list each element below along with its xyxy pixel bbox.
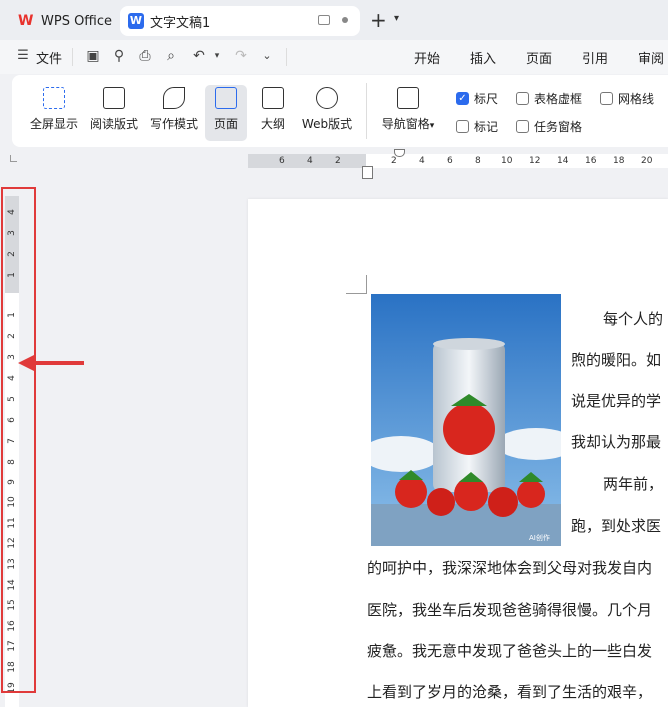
outline-button[interactable]: 大纲 bbox=[255, 85, 291, 141]
ruler-tick: 6 bbox=[447, 156, 453, 166]
doc-line: 每个人的 bbox=[603, 310, 664, 328]
menu-insert[interactable]: 插入 bbox=[470, 48, 496, 67]
tab-wps-office[interactable]: W WPS Office bbox=[8, 6, 116, 36]
writing-mode-button[interactable]: 写作模式 bbox=[148, 85, 200, 141]
pen-icon bbox=[163, 87, 185, 109]
ruler-tick: 10 bbox=[501, 156, 513, 166]
window-icon[interactable] bbox=[318, 15, 330, 25]
ruler-tick: 14 bbox=[557, 156, 569, 166]
ruler-tick: 4 bbox=[307, 156, 313, 166]
checkbox-ruler[interactable]: ✓ 标尺 bbox=[456, 90, 498, 107]
redo-icon[interactable]: ↷ bbox=[232, 47, 250, 65]
ruler-tick: 12 bbox=[529, 156, 541, 166]
ruler-tick: 2 bbox=[391, 156, 397, 166]
menu-page[interactable]: 页面 bbox=[526, 48, 552, 67]
tab-bar: W WPS Office W 文字文稿1 + ▾ bbox=[0, 0, 668, 40]
checkbox-icon bbox=[516, 92, 529, 105]
writer-doc-icon: W bbox=[128, 13, 144, 29]
ruler-highlight-box bbox=[1, 187, 36, 693]
tab-label: WPS Office bbox=[41, 13, 113, 29]
checkbox-task-pane[interactable]: 任务窗格 bbox=[516, 118, 582, 135]
view-ribbon: 全屏显示 阅读版式 写作模式 页面 大纲 Web版式 导航窗格▾ ✓ 标尺 表格… bbox=[12, 75, 668, 147]
doc-line: 医院，我坐车后发现爸爸骑得很慢。几个月 bbox=[367, 601, 653, 619]
ruler-tick: 16 bbox=[585, 156, 597, 166]
doc-line: 上看到了岁月的沧桑，看到了生活的艰辛， bbox=[367, 683, 653, 701]
print-icon[interactable]: ⎙ bbox=[136, 47, 154, 65]
menu-review[interactable]: 审阅 bbox=[638, 48, 664, 67]
menu-file[interactable]: 文件 bbox=[36, 48, 62, 67]
ruler-tick: 2 bbox=[335, 156, 341, 166]
image-caption: AI创作 bbox=[529, 533, 550, 542]
menu-bar: ☰ 文件 ▣ ⚲ ⎙ ⌕ ↶ ▾ ↷ ⌄ 开始 插入 页面 引用 审阅 bbox=[0, 40, 668, 74]
page-layout-icon bbox=[215, 87, 237, 109]
strawberry-can-image[interactable]: AI创作 bbox=[371, 294, 561, 546]
tab-document[interactable]: W 文字文稿1 bbox=[120, 6, 360, 36]
ruler-tick: 8 bbox=[475, 156, 481, 166]
new-tab-icon[interactable]: + bbox=[370, 8, 387, 32]
undo-dropdown-icon[interactable]: ▾ bbox=[208, 47, 226, 65]
share-icon[interactable]: ⚲ bbox=[110, 47, 128, 65]
menu-start[interactable]: 开始 bbox=[414, 48, 440, 67]
checkbox-markup[interactable]: 标记 bbox=[456, 118, 498, 135]
undo-icon[interactable]: ↶ bbox=[190, 47, 208, 65]
checkbox-gridlines[interactable]: 网格线 bbox=[600, 90, 654, 107]
checkbox-icon bbox=[516, 120, 529, 133]
globe-icon bbox=[316, 87, 338, 109]
checkbox-checked-icon: ✓ bbox=[456, 92, 469, 105]
ruler-tick: 4 bbox=[419, 156, 425, 166]
save-icon[interactable]: ▣ bbox=[84, 47, 102, 65]
ruler-corner-icon bbox=[10, 155, 17, 162]
ruler-tick: 6 bbox=[279, 156, 285, 166]
doc-line: 说是优异的学 bbox=[571, 392, 662, 410]
left-indent-marker-icon[interactable] bbox=[362, 166, 373, 179]
chevron-down-icon[interactable]: ▾ bbox=[394, 13, 399, 24]
checkbox-icon bbox=[456, 120, 469, 133]
web-layout-button[interactable]: Web版式 bbox=[298, 85, 356, 141]
checkbox-table-gridlines[interactable]: 表格虚框 bbox=[516, 90, 582, 107]
more-chevron-icon[interactable]: ⌄ bbox=[258, 47, 276, 65]
checkbox-icon bbox=[600, 92, 613, 105]
page-layout-button[interactable]: 页面 bbox=[205, 85, 247, 141]
document-page[interactable]: AI创作 每个人的 煦的暖阳。如 说是优异的学 我却认为那最 两年前， 跑，到处… bbox=[248, 199, 668, 707]
hamburger-icon[interactable]: ☰ bbox=[14, 47, 32, 65]
reading-layout-button[interactable]: 阅读版式 bbox=[88, 85, 140, 141]
doc-line: 疲惫。我无意中发现了爸爸头上的一些白发 bbox=[367, 642, 653, 660]
fullscreen-icon bbox=[43, 87, 65, 109]
reading-layout-icon bbox=[103, 87, 125, 109]
print-preview-icon[interactable]: ⌕ bbox=[162, 47, 180, 65]
unsaved-dot-icon bbox=[342, 17, 348, 23]
doc-line: 煦的暖阳。如 bbox=[571, 351, 662, 369]
wps-logo-icon: W bbox=[18, 13, 34, 29]
ruler-tick: 18 bbox=[613, 156, 625, 166]
menu-reference[interactable]: 引用 bbox=[582, 48, 608, 67]
arrow-left-icon bbox=[18, 354, 84, 372]
ruler-tick: 20 bbox=[641, 156, 653, 166]
margin-corner-mark bbox=[346, 275, 367, 294]
tab-label: 文字文稿1 bbox=[150, 15, 211, 31]
navigation-pane-button[interactable]: 导航窗格▾ bbox=[376, 85, 440, 141]
navigation-pane-icon bbox=[397, 87, 419, 109]
doc-line: 跑，到处求医 bbox=[571, 517, 662, 535]
doc-line: 两年前， bbox=[603, 475, 664, 493]
doc-line: 我却认为那最 bbox=[571, 433, 662, 451]
fullscreen-button[interactable]: 全屏显示 bbox=[28, 85, 80, 141]
outline-icon bbox=[262, 87, 284, 109]
doc-line: 的呵护中，我深深地体会到父母对我发自内 bbox=[367, 559, 653, 577]
